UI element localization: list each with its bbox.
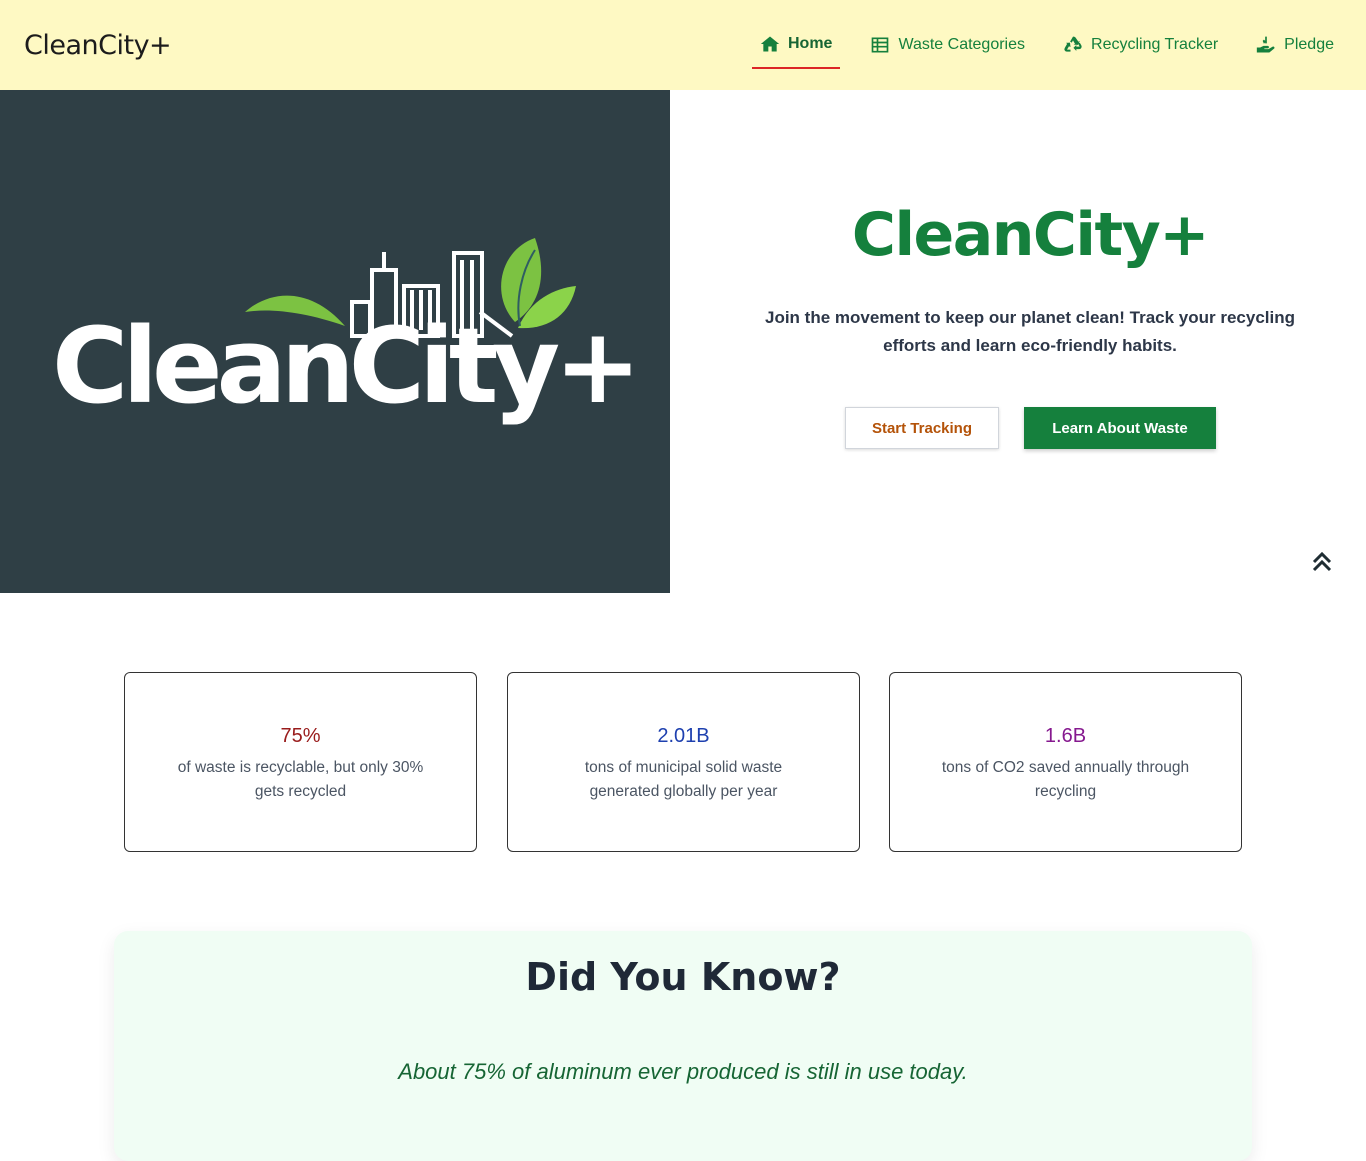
home-icon bbox=[760, 36, 780, 52]
nav-waste-categories[interactable]: Waste Categories bbox=[862, 21, 1033, 69]
nav-pledge-label: Pledge bbox=[1284, 36, 1334, 53]
top-navbar: CleanCity+ Home Waste Categories Recycli… bbox=[0, 0, 1366, 90]
nav-recycling-tracker-label: Recycling Tracker bbox=[1091, 36, 1219, 53]
nav-home[interactable]: Home bbox=[751, 21, 841, 69]
stat-value: 1.6B bbox=[1044, 725, 1087, 747]
start-tracking-button[interactable]: Start Tracking bbox=[845, 407, 999, 449]
stat-description: tons of CO2 saved annually through recyc… bbox=[941, 759, 1190, 800]
hero-section: CleanCity+ Join the movement to keep our… bbox=[670, 90, 1366, 593]
hero-logo-image: CleanCity+ bbox=[0, 90, 670, 593]
recycle-icon bbox=[1064, 36, 1082, 52]
did-you-know-section: Did You Know? About 75% of aluminum ever… bbox=[114, 931, 1252, 1161]
nav-waste-categories-label: Waste Categories bbox=[898, 36, 1026, 53]
nav-pledge[interactable]: Pledge bbox=[1248, 21, 1342, 69]
chevron-double-up-icon[interactable] bbox=[1310, 550, 1334, 574]
did-you-know-fact: About 75% of aluminum ever produced is s… bbox=[398, 1059, 968, 1084]
stat-card-recyclable: 75% of waste is recyclable, but only 30%… bbox=[124, 672, 477, 852]
svg-text:CleanCity+: CleanCity+ bbox=[52, 305, 635, 427]
list-icon bbox=[872, 37, 889, 53]
cleancity-logo-graphic: CleanCity+ bbox=[52, 238, 641, 427]
stat-value: 75% bbox=[280, 725, 321, 747]
hero-subtitle: Join the movement to keep our planet cle… bbox=[765, 308, 1295, 355]
nav-recycling-tracker[interactable]: Recycling Tracker bbox=[1055, 21, 1226, 69]
hero-buttons: Start Tracking Learn About Waste bbox=[845, 407, 1216, 449]
stat-card-co2: 1.6B tons of CO2 saved annually through … bbox=[889, 672, 1242, 852]
nav-home-label: Home bbox=[787, 35, 833, 52]
stat-description: tons of municipal solid waste generated … bbox=[584, 759, 783, 800]
did-you-know-title: Did You Know? bbox=[525, 955, 841, 999]
stat-value: 2.01B bbox=[657, 725, 710, 747]
learn-about-waste-button[interactable]: Learn About Waste bbox=[1024, 407, 1216, 449]
hero-title: CleanCity+ bbox=[851, 200, 1210, 270]
main-nav: Home Waste Categories Recycling Tracker … bbox=[730, 0, 1342, 90]
stat-card-msw: 2.01B tons of municipal solid waste gene… bbox=[507, 672, 860, 852]
hand-holding-icon bbox=[1257, 36, 1275, 53]
stat-description: of waste is recyclable, but only 30% get… bbox=[177, 759, 424, 800]
brand-logo-text[interactable]: CleanCity+ bbox=[24, 30, 172, 61]
